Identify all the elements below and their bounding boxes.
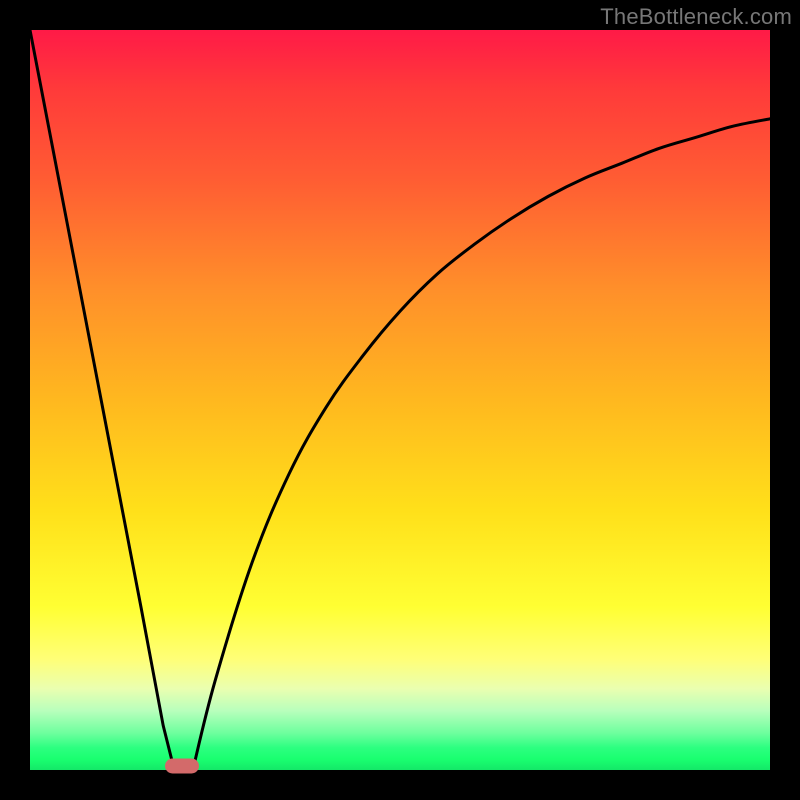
curve-svg [30,30,770,770]
chart-container: TheBottleneck.com [0,0,800,800]
curve-left-arm [30,30,174,770]
optimal-point-marker [165,759,199,774]
plot-area [30,30,770,770]
watermark-text: TheBottleneck.com [600,4,792,30]
curve-right-arm [193,119,770,770]
